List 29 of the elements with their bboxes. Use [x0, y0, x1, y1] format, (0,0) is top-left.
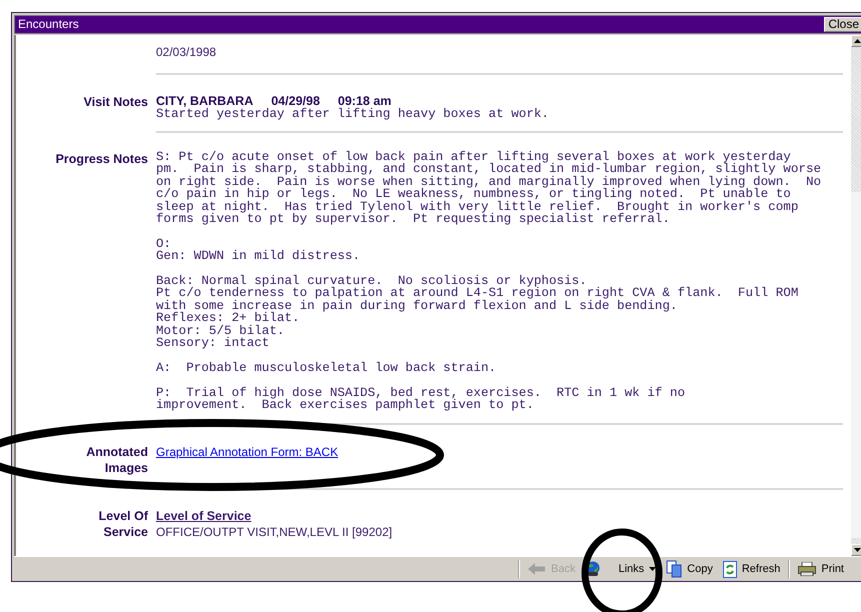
- service-text: OFFICE/OUTPT VISIT,NEW,LEVL II [99202]: [156, 524, 394, 540]
- visit-header-text: 09:18 am: [338, 94, 392, 108]
- printer-icon: [798, 562, 816, 576]
- field-label: Service: [104, 524, 148, 540]
- visit-note-text: Started yesterday after lifting heavy boxes at work.: [156, 108, 550, 120]
- field-label: Level Of: [98, 508, 148, 524]
- window-title: Encounters: [17, 17, 79, 32]
- field-label: Visit Notes: [84, 94, 148, 110]
- scrollbar[interactable]: [851, 34, 861, 556]
- annotation-form-link[interactable]: Graphical Annotation Form: BACK: [156, 444, 338, 460]
- visit-header-text: 04/29/98: [271, 94, 320, 108]
- toolbar-button[interactable]: Links: [583, 561, 658, 578]
- scroll-down-icon[interactable]: [851, 544, 861, 556]
- date-text: 02/03/1998: [156, 44, 218, 60]
- back-arrow-icon: [528, 563, 546, 576]
- copy-icon: [666, 560, 682, 578]
- toolbar-button[interactable]: Refresh: [720, 560, 782, 578]
- field-label: Images: [104, 460, 148, 476]
- level-of-service-link[interactable]: Level of Service: [156, 508, 252, 524]
- toolbar-button[interactable]: Print: [796, 562, 846, 576]
- field-label: Annotated: [86, 444, 148, 460]
- progress-notes-text: S: Pt c/o acute onset of low back pain after lifting several boxes at work yesterday pm. Pain is sharp, stabbing, and constant, located in mid-lumbar region, slightly worse on right side. Pain is worse when sitting, and marginally improved when lying down. No c/o pain in hip or legs. No LE weakness, numbness, or tingling noted. Pt unable to sleep at night. Has tried Tylenol with very little relief. Brought in worker's comp forms given to pt by supervisor. Pt requesting specialist referral. O: Gen: WDWN in mild distress. Back: Normal spinal curvature. No scoliosis or kyphosis. Pt c/o tenderness to palpation at around L4-S1 region on right CVA & flank. Full ROM with some increase in pain during forward flexion and L side bending. Reflexes: 2+ bilat. Motor: 5/5 bilat. Sensory: intact A: Probable musculoskeletal low back strain. P: Trial of high dose NSAIDS, bed rest, exercises. RTC in 1 wk if no improvement. Back exercises pamphlet given to pt.: [156, 150, 822, 412]
- field-label: Progress Notes: [56, 150, 148, 167]
- toolbar-button[interactable]: Copy: [664, 560, 715, 578]
- scroll-up-icon[interactable]: [851, 34, 861, 47]
- visit-header-text: CITY, BARBARA: [156, 94, 254, 108]
- refresh-icon: [722, 560, 737, 578]
- close-button[interactable]: Close: [824, 16, 861, 32]
- caret-icon: [649, 567, 656, 572]
